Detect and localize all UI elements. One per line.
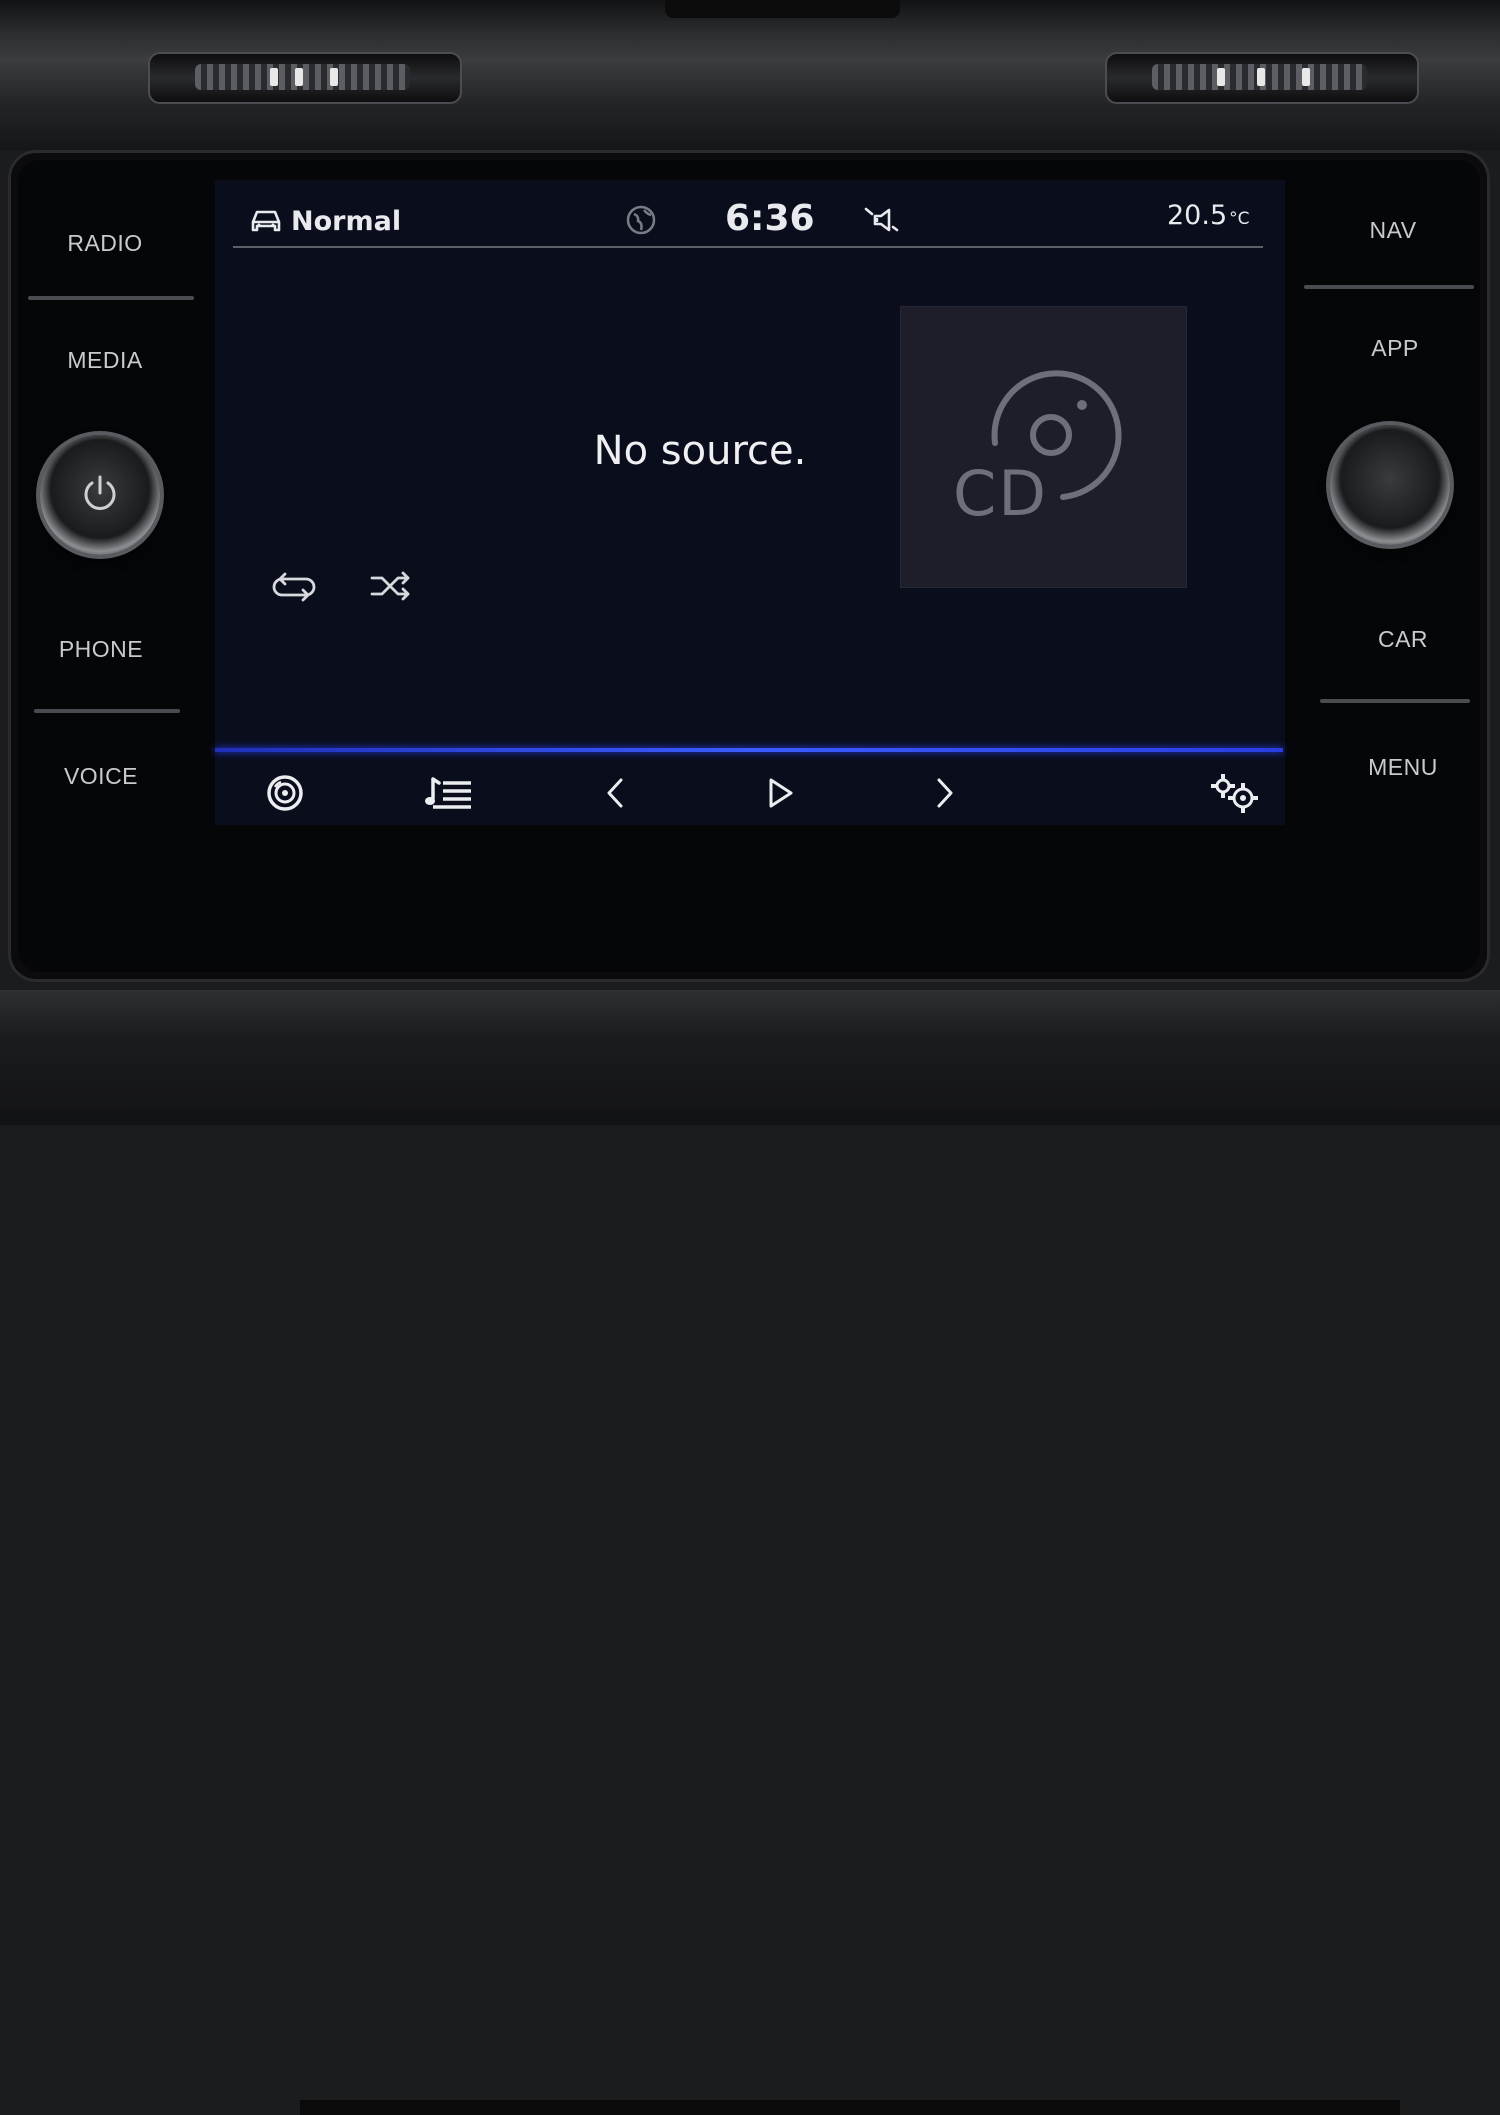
source-disc-icon xyxy=(267,775,303,811)
shuffle-icon[interactable] xyxy=(370,570,414,602)
status-bar: Normal 6:36 20.5 °C xyxy=(233,180,1263,248)
next-icon xyxy=(937,778,953,808)
app-button[interactable]: APP xyxy=(1310,335,1480,362)
media-button[interactable]: MEDIA xyxy=(20,347,190,374)
left-vent-wheel[interactable] xyxy=(148,52,462,104)
playlist-icon xyxy=(425,777,471,809)
infotainment-display: Normal 6:36 20.5 °C No source. CD xyxy=(215,180,1285,825)
previous-icon xyxy=(607,778,623,808)
outside-temperature: 20.5 °C xyxy=(1167,200,1250,231)
album-art-placeholder: CD xyxy=(900,306,1187,588)
temperature-unit: °C xyxy=(1229,209,1250,229)
car-button[interactable]: CAR xyxy=(1318,626,1488,653)
settings-button[interactable] xyxy=(1205,768,1265,818)
globe-icon xyxy=(626,205,656,235)
drive-profile-label[interactable]: Normal xyxy=(291,206,401,237)
cd-label: CD xyxy=(953,457,1049,530)
vent-marker xyxy=(1257,68,1265,86)
settings-icon xyxy=(1211,774,1258,813)
dashboard-bottom-trim xyxy=(0,990,1500,2115)
radio-button[interactable]: RADIO xyxy=(20,230,190,257)
playlist-button[interactable] xyxy=(420,768,480,818)
mute-speaker-icon xyxy=(864,207,899,232)
menu-button[interactable]: MENU xyxy=(1318,754,1488,781)
tune-scroll-knob[interactable] xyxy=(1330,425,1450,545)
side-divider xyxy=(34,709,180,713)
air-vent-slot xyxy=(665,0,900,18)
power-volume-knob[interactable] xyxy=(40,435,160,555)
side-divider xyxy=(28,296,194,300)
vent-marker xyxy=(295,68,303,86)
side-divider xyxy=(1304,285,1474,289)
right-vent-wheel[interactable] xyxy=(1105,52,1419,104)
power-icon xyxy=(84,475,116,510)
temperature-value: 20.5 xyxy=(1167,200,1228,231)
nav-button[interactable]: NAV xyxy=(1308,217,1478,244)
vent-marker xyxy=(330,68,338,86)
vent-marker xyxy=(270,68,278,86)
play-icon xyxy=(769,778,793,808)
repeat-icon[interactable] xyxy=(270,570,318,602)
voice-button[interactable]: VOICE xyxy=(16,763,186,790)
phone-button[interactable]: PHONE xyxy=(16,636,186,663)
no-source-message: No source. xyxy=(593,428,807,474)
lower-panel-strip xyxy=(300,2100,1400,2115)
previous-track-button[interactable] xyxy=(585,768,645,818)
accent-progress-line xyxy=(215,748,1283,752)
play-button[interactable] xyxy=(750,768,810,818)
vent-marker xyxy=(1217,68,1225,86)
next-track-button[interactable] xyxy=(915,768,975,818)
dashboard-top-trim xyxy=(0,0,1500,150)
vent-marker xyxy=(1302,68,1310,86)
side-divider xyxy=(1320,699,1470,703)
source-button[interactable] xyxy=(255,768,315,818)
car-icon xyxy=(251,210,281,232)
clock: 6:36 xyxy=(725,198,815,239)
